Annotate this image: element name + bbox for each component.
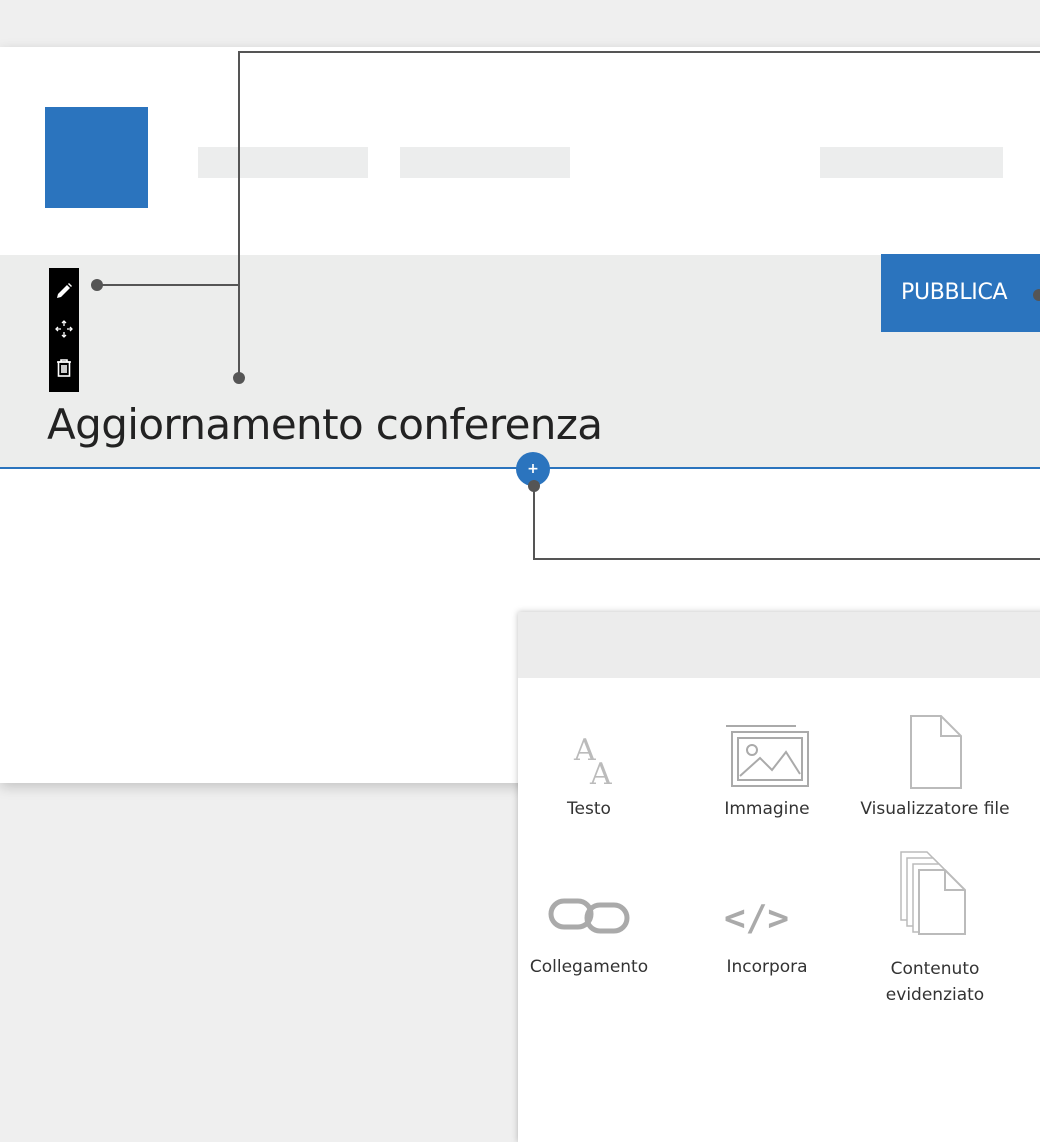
insert-panel-header bbox=[518, 612, 1040, 678]
insert-image-label: Immagine bbox=[724, 799, 810, 819]
insert-link-tile[interactable]: Collegamento bbox=[514, 856, 664, 980]
publish-button[interactable]: PUBBLICA bbox=[881, 254, 1040, 332]
page-title[interactable]: Aggiornamento conferenza bbox=[47, 400, 603, 449]
svg-text:</>: </> bbox=[724, 898, 789, 936]
insert-link-label: Collegamento bbox=[529, 957, 649, 977]
add-section-button[interactable]: + bbox=[516, 452, 550, 486]
nav-placeholder-2[interactable] bbox=[400, 147, 570, 178]
insert-text-tile[interactable]: A A Testo bbox=[514, 700, 664, 822]
stacked-documents-icon bbox=[860, 848, 1010, 936]
link-icon bbox=[514, 856, 664, 936]
document-icon bbox=[860, 700, 1010, 790]
insert-file-viewer-label: Visualizzatore file bbox=[860, 799, 1010, 819]
site-logo[interactable] bbox=[45, 107, 148, 208]
svg-text:A: A bbox=[589, 757, 612, 790]
nav-placeholder-1[interactable] bbox=[198, 147, 368, 178]
edit-toolbar bbox=[49, 268, 79, 392]
insert-embed-label: Incorpora bbox=[726, 957, 808, 977]
insert-highlighted-content-tile[interactable]: Contenuto evidenziato bbox=[860, 848, 1010, 1008]
trash-icon[interactable] bbox=[54, 357, 74, 379]
code-icon: </> bbox=[692, 856, 842, 936]
insert-web-part-panel: A A Testo Immagine Visualizzatore file C… bbox=[518, 612, 1040, 1142]
site-header bbox=[0, 47, 1040, 255]
insert-highlighted-content-label: Contenuto evidenziato bbox=[885, 959, 985, 1005]
image-icon bbox=[692, 700, 842, 790]
text-icon: A A bbox=[514, 700, 664, 790]
insert-image-tile[interactable]: Immagine bbox=[692, 700, 842, 822]
move-icon[interactable] bbox=[53, 318, 75, 340]
nav-placeholder-3[interactable] bbox=[820, 147, 1003, 178]
insert-file-viewer-tile[interactable]: Visualizzatore file bbox=[860, 700, 1010, 822]
insert-embed-tile[interactable]: </> Incorpora bbox=[692, 856, 842, 980]
insert-text-label: Testo bbox=[567, 799, 611, 819]
pencil-icon[interactable] bbox=[54, 281, 74, 301]
